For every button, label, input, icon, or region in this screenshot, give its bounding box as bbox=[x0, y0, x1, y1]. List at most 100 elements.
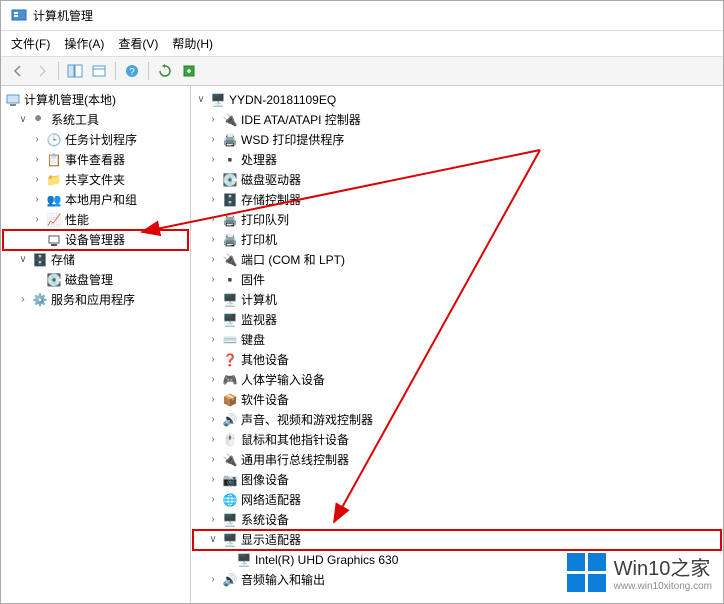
audio-icon: 🔊 bbox=[222, 572, 238, 588]
refresh-button[interactable] bbox=[154, 60, 176, 82]
dm-monitor[interactable]: ›🖥️监视器 bbox=[193, 310, 721, 330]
menu-file[interactable]: 文件(F) bbox=[11, 35, 50, 52]
help-button[interactable]: ? bbox=[121, 60, 143, 82]
wrench-icon bbox=[32, 112, 48, 128]
collapse-icon[interactable]: ∨ bbox=[17, 111, 29, 129]
collapse-icon[interactable]: ∨ bbox=[195, 91, 207, 109]
disk-icon: 💽 bbox=[46, 272, 62, 288]
storage-ctrl-icon: 🗄️ bbox=[222, 192, 238, 208]
expand-icon[interactable]: › bbox=[207, 411, 219, 429]
expand-icon[interactable]: › bbox=[207, 391, 219, 409]
sound-icon: 🔊 bbox=[222, 412, 238, 428]
expand-icon[interactable]: › bbox=[207, 511, 219, 529]
gpu-icon: 🖥️ bbox=[236, 552, 252, 568]
other-icon: ❓ bbox=[222, 352, 238, 368]
dm-firmware[interactable]: ›▪️固件 bbox=[193, 270, 721, 290]
dm-sound[interactable]: ›🔊声音、视频和游戏控制器 bbox=[193, 410, 721, 430]
expand-icon[interactable]: › bbox=[207, 491, 219, 509]
dm-usb[interactable]: ›🔌通用串行总线控制器 bbox=[193, 450, 721, 470]
expand-icon[interactable]: › bbox=[31, 191, 43, 209]
expand-icon[interactable]: › bbox=[207, 271, 219, 289]
collapse-icon[interactable]: ∨ bbox=[17, 251, 29, 269]
expand-icon[interactable]: › bbox=[207, 171, 219, 189]
users-icon: 👥 bbox=[46, 192, 62, 208]
tree-device-manager[interactable]: 设备管理器 bbox=[3, 230, 188, 250]
toolbar-separator bbox=[115, 62, 116, 80]
tree-root[interactable]: 计算机管理(本地) bbox=[3, 90, 188, 110]
expand-icon[interactable]: › bbox=[31, 151, 43, 169]
expand-icon[interactable]: › bbox=[207, 111, 219, 129]
dm-cpu[interactable]: ›▪️处理器 bbox=[193, 150, 721, 170]
dm-keyboard[interactable]: ›⌨️键盘 bbox=[193, 330, 721, 350]
dm-hid[interactable]: ›🎮人体学输入设备 bbox=[193, 370, 721, 390]
expand-icon[interactable]: › bbox=[207, 331, 219, 349]
dm-disk[interactable]: ›💽磁盘驱动器 bbox=[193, 170, 721, 190]
expand-icon[interactable]: › bbox=[207, 291, 219, 309]
tree-services-apps[interactable]: ›⚙️服务和应用程序 bbox=[3, 290, 188, 310]
expand-icon[interactable]: › bbox=[31, 211, 43, 229]
collapse-icon[interactable]: ∨ bbox=[207, 531, 219, 549]
toolbar-separator bbox=[148, 62, 149, 80]
tree-task-scheduler[interactable]: ›🕒任务计划程序 bbox=[3, 130, 188, 150]
dm-wsd[interactable]: ›🖨️WSD 打印提供程序 bbox=[193, 130, 721, 150]
export-button[interactable] bbox=[178, 60, 200, 82]
menu-help[interactable]: 帮助(H) bbox=[172, 35, 213, 52]
menu-action[interactable]: 操作(A) bbox=[64, 35, 104, 52]
menubar: 文件(F) 操作(A) 查看(V) 帮助(H) bbox=[1, 31, 723, 57]
expand-icon[interactable]: › bbox=[207, 211, 219, 229]
storage-icon: 🗄️ bbox=[32, 252, 48, 268]
back-button[interactable] bbox=[7, 60, 29, 82]
dm-ide[interactable]: ›🔌IDE ATA/ATAPI 控制器 bbox=[193, 110, 721, 130]
port-icon: 🔌 bbox=[222, 252, 238, 268]
tree-storage[interactable]: ∨🗄️存储 bbox=[3, 250, 188, 270]
expand-icon[interactable]: › bbox=[207, 151, 219, 169]
tree-disk-mgmt[interactable]: 💽磁盘管理 bbox=[3, 270, 188, 290]
tree-system-tools[interactable]: ∨系统工具 bbox=[3, 110, 188, 130]
expand-icon[interactable]: › bbox=[207, 251, 219, 269]
tree-event-viewer[interactable]: ›📋事件查看器 bbox=[3, 150, 188, 170]
expand-icon[interactable]: › bbox=[17, 291, 29, 309]
expand-icon[interactable]: › bbox=[207, 431, 219, 449]
dm-port[interactable]: ›🔌端口 (COM 和 LPT) bbox=[193, 250, 721, 270]
tree-shared-folders[interactable]: ›📁共享文件夹 bbox=[3, 170, 188, 190]
dm-display[interactable]: ∨🖥️显示适配器 bbox=[193, 530, 721, 550]
dm-print-queue[interactable]: ›🖨️打印队列 bbox=[193, 210, 721, 230]
watermark-title: Win10之家 bbox=[614, 552, 712, 581]
dm-system[interactable]: ›🖥️系统设备 bbox=[193, 510, 721, 530]
dm-computer[interactable]: ›🖥️计算机 bbox=[193, 290, 721, 310]
dm-storage-ctrl[interactable]: ›🗄️存储控制器 bbox=[193, 190, 721, 210]
properties-button[interactable] bbox=[88, 60, 110, 82]
computer-icon bbox=[5, 92, 21, 108]
expand-icon[interactable]: › bbox=[207, 571, 219, 589]
expand-icon[interactable]: › bbox=[207, 371, 219, 389]
window-title: 计算机管理 bbox=[33, 7, 93, 24]
dm-root[interactable]: ∨🖥️YYDN-20181109EQ bbox=[193, 90, 721, 110]
expand-icon[interactable]: › bbox=[31, 171, 43, 189]
expand-icon[interactable]: › bbox=[207, 131, 219, 149]
tree-performance[interactable]: ›📈性能 bbox=[3, 210, 188, 230]
dm-imaging[interactable]: ›📷图像设备 bbox=[193, 470, 721, 490]
expand-icon[interactable]: › bbox=[207, 191, 219, 209]
expand-icon[interactable]: › bbox=[207, 351, 219, 369]
right-device-pane: ∨🖥️YYDN-20181109EQ ›🔌IDE ATA/ATAPI 控制器 ›… bbox=[191, 86, 723, 603]
dm-software[interactable]: ›📦软件设备 bbox=[193, 390, 721, 410]
expand-icon[interactable]: › bbox=[207, 311, 219, 329]
printer-icon: 🖨️ bbox=[222, 232, 238, 248]
forward-button[interactable] bbox=[31, 60, 53, 82]
expand-icon[interactable]: › bbox=[207, 231, 219, 249]
app-icon bbox=[11, 8, 27, 24]
toolbar: ? bbox=[1, 57, 723, 86]
dm-network[interactable]: ›🌐网络适配器 bbox=[193, 490, 721, 510]
expand-icon[interactable]: › bbox=[207, 471, 219, 489]
expand-icon[interactable]: › bbox=[31, 131, 43, 149]
dm-mouse[interactable]: ›🖱️鼠标和其他指针设备 bbox=[193, 430, 721, 450]
tree-local-users[interactable]: ›👥本地用户和组 bbox=[3, 190, 188, 210]
hid-icon: 🎮 bbox=[222, 372, 238, 388]
hdd-icon: 💽 bbox=[222, 172, 238, 188]
dm-other[interactable]: ›❓其他设备 bbox=[193, 350, 721, 370]
dm-printer[interactable]: ›🖨️打印机 bbox=[193, 230, 721, 250]
show-hide-tree-button[interactable] bbox=[64, 60, 86, 82]
computer-icon: 🖥️ bbox=[222, 292, 238, 308]
menu-view[interactable]: 查看(V) bbox=[118, 35, 158, 52]
expand-icon[interactable]: › bbox=[207, 451, 219, 469]
